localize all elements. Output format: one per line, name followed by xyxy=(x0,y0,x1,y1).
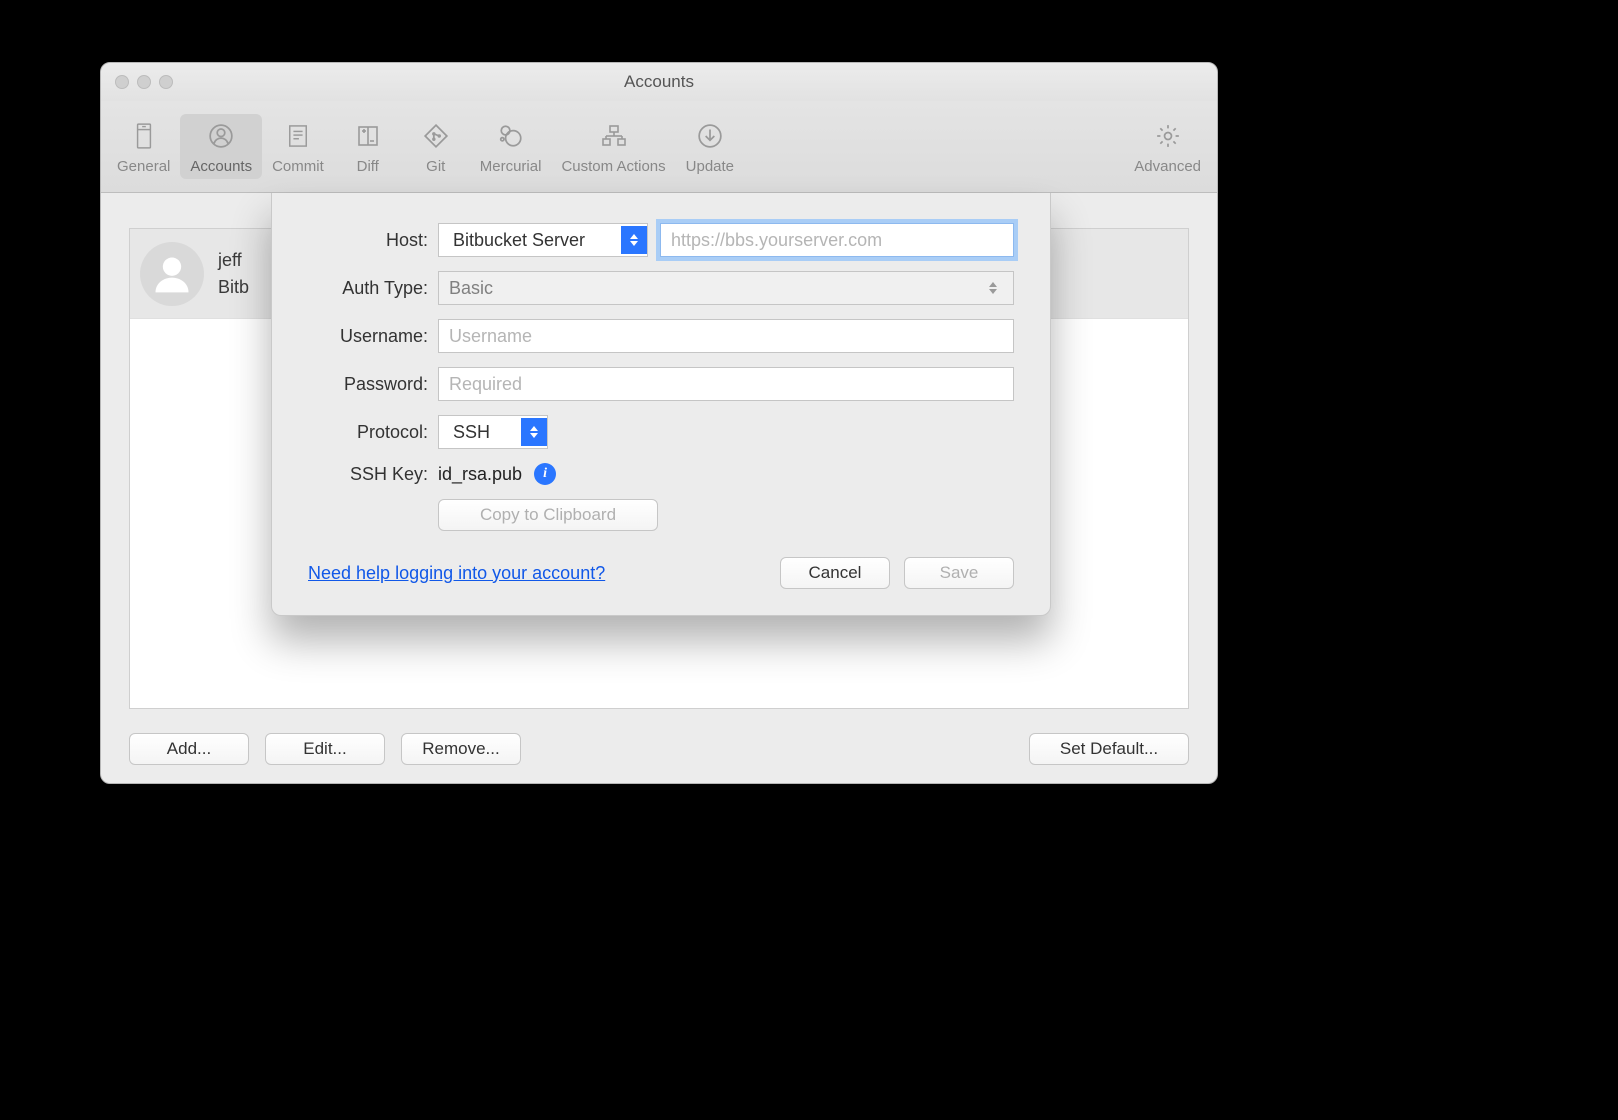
tab-label: Commit xyxy=(272,158,324,175)
tab-accounts[interactable]: Accounts xyxy=(180,114,262,179)
info-icon[interactable]: i xyxy=(534,463,556,485)
edit-button[interactable]: Edit... xyxy=(265,733,385,765)
sheet-footer: Need help logging into your account? Can… xyxy=(308,557,1014,589)
auth-type-select[interactable]: Basic xyxy=(438,271,1014,305)
tab-advanced[interactable]: Advanced xyxy=(1124,114,1211,179)
git-icon xyxy=(420,120,452,152)
host-select[interactable]: Bitbucket Server xyxy=(438,223,648,257)
accounts-icon xyxy=(205,120,237,152)
protocol-value: SSH xyxy=(449,422,490,443)
window-title: Accounts xyxy=(101,72,1217,92)
password-input[interactable] xyxy=(438,367,1014,401)
copy-to-clipboard-button[interactable]: Copy to Clipboard xyxy=(438,499,658,531)
update-icon xyxy=(694,120,726,152)
custom-actions-icon xyxy=(598,120,630,152)
tab-label: Advanced xyxy=(1134,158,1201,175)
tab-mercurial[interactable]: Mercurial xyxy=(470,114,552,179)
label-username: Username: xyxy=(308,326,438,347)
remove-button[interactable]: Remove... xyxy=(401,733,521,765)
chevron-updown-icon xyxy=(621,226,647,254)
protocol-select[interactable]: SSH xyxy=(438,415,548,449)
set-default-button[interactable]: Set Default... xyxy=(1029,733,1189,765)
tab-label: Accounts xyxy=(190,158,252,175)
tab-label: Git xyxy=(426,158,445,175)
account-name: jeff xyxy=(218,247,249,274)
row-username: Username: xyxy=(308,319,1014,353)
row-host: Host: Bitbucket Server xyxy=(308,223,1014,257)
avatar xyxy=(140,242,204,306)
chevron-updown-icon xyxy=(989,282,1003,294)
traffic-lights xyxy=(101,75,173,89)
tab-label: General xyxy=(117,158,170,175)
tab-label: Custom Actions xyxy=(561,158,665,175)
tab-label: Update xyxy=(686,158,734,175)
ssh-key-value: id_rsa.pub xyxy=(438,464,522,485)
add-account-sheet: Host: Bitbucket Server Auth Type: Basic … xyxy=(271,193,1051,616)
host-select-value: Bitbucket Server xyxy=(449,230,585,251)
tab-commit[interactable]: Commit xyxy=(262,114,334,179)
gear-icon xyxy=(1152,120,1184,152)
diff-icon xyxy=(352,120,384,152)
label-host: Host: xyxy=(308,230,438,251)
row-copy: Copy to Clipboard xyxy=(308,499,1014,531)
save-button[interactable]: Save xyxy=(904,557,1014,589)
row-auth-type: Auth Type: Basic xyxy=(308,271,1014,305)
preferences-toolbar: General Accounts Commit Diff Git xyxy=(101,101,1217,193)
zoom-window-button[interactable] xyxy=(159,75,173,89)
mercurial-icon xyxy=(495,120,527,152)
help-link[interactable]: Need help logging into your account? xyxy=(308,563,605,584)
label-auth-type: Auth Type: xyxy=(308,278,438,299)
chevron-updown-icon xyxy=(521,418,547,446)
tab-diff[interactable]: Diff xyxy=(334,114,402,179)
auth-type-value: Basic xyxy=(449,278,493,299)
account-subtitle: Bitb xyxy=(218,274,249,301)
tab-label: Mercurial xyxy=(480,158,542,175)
cancel-button[interactable]: Cancel xyxy=(780,557,890,589)
tab-git[interactable]: Git xyxy=(402,114,470,179)
host-url-input[interactable] xyxy=(660,223,1014,257)
username-input[interactable] xyxy=(438,319,1014,353)
tab-update[interactable]: Update xyxy=(676,114,744,179)
tab-custom-actions[interactable]: Custom Actions xyxy=(551,114,675,179)
preferences-window: Accounts General Accounts Commit Di xyxy=(100,62,1218,784)
tab-general[interactable]: General xyxy=(107,114,180,179)
label-protocol: Protocol: xyxy=(308,422,438,443)
minimize-window-button[interactable] xyxy=(137,75,151,89)
add-button[interactable]: Add... xyxy=(129,733,249,765)
commit-icon xyxy=(282,120,314,152)
label-password: Password: xyxy=(308,374,438,395)
account-text: jeff Bitb xyxy=(218,247,249,301)
close-window-button[interactable] xyxy=(115,75,129,89)
label-ssh-key: SSH Key: xyxy=(308,464,438,485)
row-protocol: Protocol: SSH xyxy=(308,415,1014,449)
accounts-buttons: Add... Edit... Remove... Set Default... xyxy=(129,733,1189,765)
titlebar: Accounts xyxy=(101,63,1217,101)
row-ssh-key: SSH Key: id_rsa.pub i xyxy=(308,463,1014,485)
row-password: Password: xyxy=(308,367,1014,401)
tab-label: Diff xyxy=(357,158,379,175)
general-icon xyxy=(128,120,160,152)
